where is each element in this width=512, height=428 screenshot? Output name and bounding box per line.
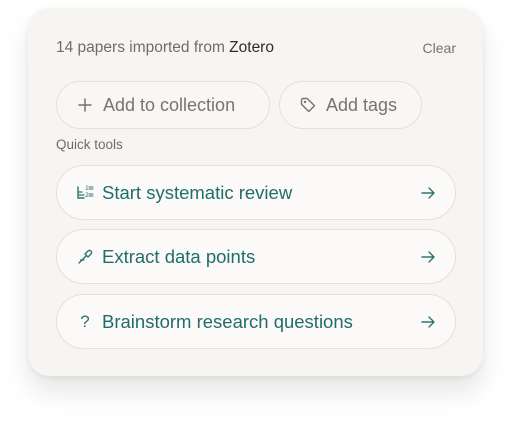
clear-button[interactable]: Clear [423, 40, 456, 56]
tag-icon [299, 96, 317, 114]
import-card: 14 papers imported from Zotero Clear Add… [28, 8, 483, 376]
arrow-right-icon [419, 184, 437, 202]
import-header: 14 papers imported from Zotero Clear [56, 37, 456, 59]
brainstorm-research-questions-button[interactable]: ? Brainstorm research questions [56, 294, 456, 349]
add-tags-button[interactable]: Add tags [279, 81, 422, 129]
import-source: Zotero [229, 39, 274, 56]
start-systematic-review-label: Start systematic review [102, 181, 293, 203]
add-to-collection-label: Add to collection [103, 94, 236, 115]
eyedropper-icon [75, 247, 95, 267]
arrow-right-icon [419, 313, 437, 331]
import-status-prefix: 14 papers imported from [56, 39, 225, 56]
svg-text:2: 2 [85, 192, 89, 199]
question-mark-icon: ? [80, 312, 90, 331]
numbered-list-icon: 1 2 [75, 183, 95, 203]
svg-text:1: 1 [85, 185, 89, 192]
add-tags-label: Add tags [326, 94, 398, 115]
plus-icon [76, 96, 94, 114]
start-systematic-review-button[interactable]: 1 2 Start systematic review [56, 165, 456, 220]
arrow-right-icon [419, 248, 437, 266]
import-status: 14 papers imported from Zotero [56, 39, 274, 57]
brainstorm-research-questions-label: Brainstorm research questions [102, 310, 353, 332]
extract-data-points-button[interactable]: Extract data points [56, 229, 456, 284]
extract-data-points-label: Extract data points [102, 245, 256, 267]
quick-tools-label: Quick tools [56, 137, 123, 152]
add-to-collection-button[interactable]: Add to collection [56, 81, 270, 129]
